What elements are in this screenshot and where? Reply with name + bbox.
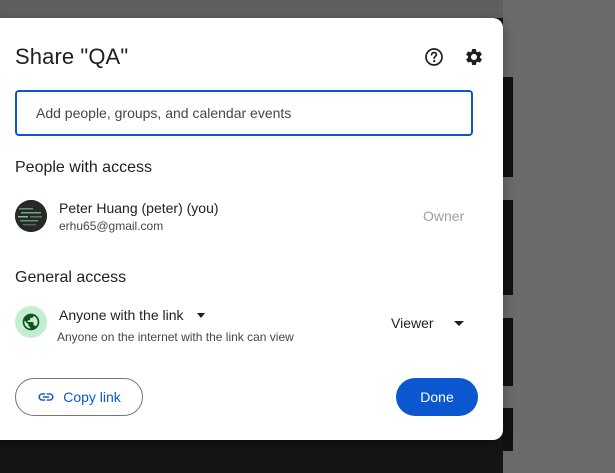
help-circle-icon	[425, 48, 443, 66]
background-strip	[503, 318, 513, 386]
link-role-dropdown[interactable]: Viewer	[391, 312, 464, 334]
done-button[interactable]: Done	[396, 378, 478, 416]
gear-icon	[466, 48, 482, 65]
owner-role-label: Owner	[423, 208, 465, 224]
copy-link-label: Copy link	[63, 389, 121, 405]
person-email: erhu65@gmail.com	[59, 219, 164, 233]
chevron-down-icon	[196, 312, 205, 318]
general-access-label: Anyone with the link	[59, 307, 184, 323]
general-access-dropdown[interactable]: Anyone with the link	[59, 304, 205, 326]
general-access-heading: General access	[15, 269, 127, 286]
background-strip	[503, 77, 513, 177]
copy-link-button[interactable]: Copy link	[15, 378, 143, 416]
general-access-description: Anyone on the internet with the link can…	[57, 330, 294, 344]
settings-button[interactable]	[462, 45, 486, 69]
add-people-input[interactable]	[15, 90, 473, 136]
background-strip	[503, 200, 513, 295]
link-role-label: Viewer	[391, 315, 434, 331]
help-button[interactable]	[422, 45, 446, 69]
person-name: Peter Huang (peter) (you)	[59, 200, 219, 216]
share-dialog: Share "QA" People with access Peter Huan…	[0, 18, 503, 440]
background-page	[503, 0, 615, 473]
dialog-title: Share "QA"	[15, 44, 129, 69]
people-with-access-heading: People with access	[15, 159, 152, 176]
link-icon	[38, 393, 54, 401]
chevron-down-icon	[453, 320, 464, 326]
globe-icon	[15, 306, 47, 338]
avatar	[15, 200, 47, 232]
background-strip	[503, 408, 513, 451]
